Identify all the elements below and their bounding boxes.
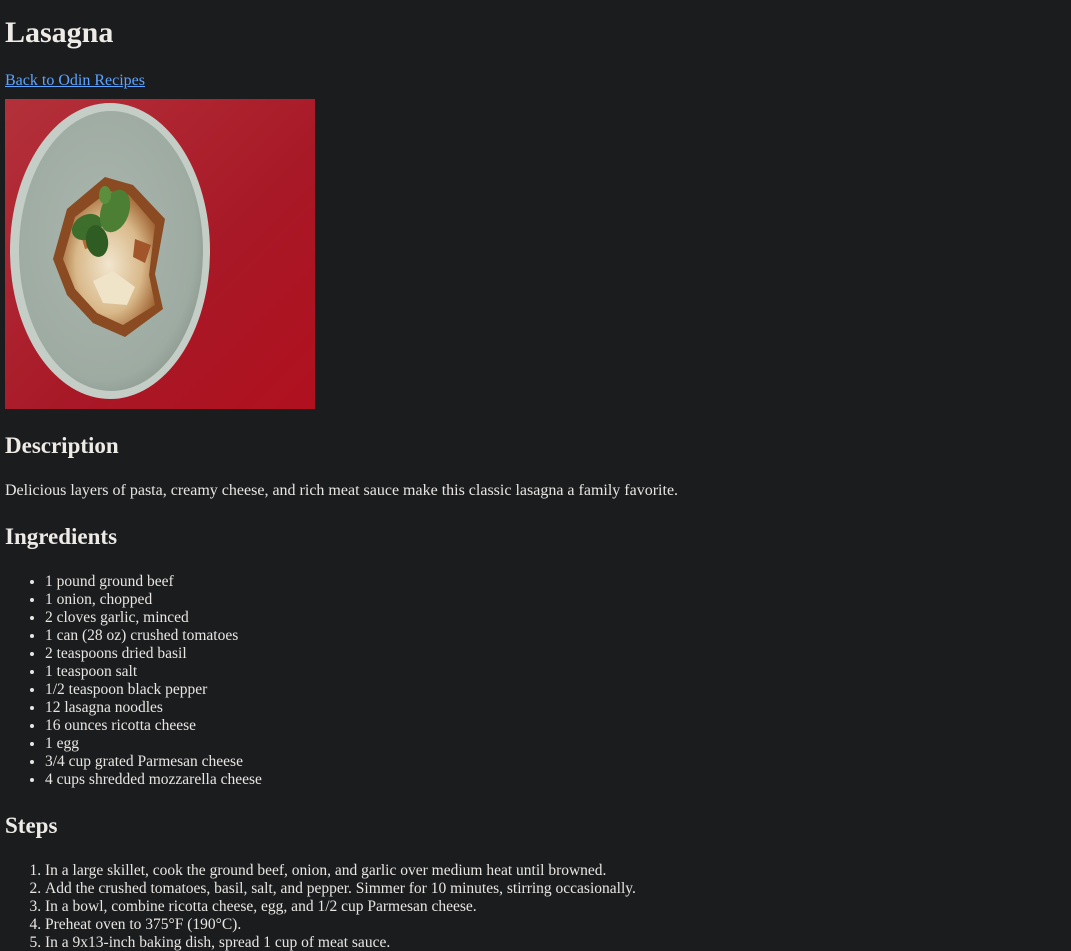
ingredient-item: 12 lasagna noodles (45, 699, 1066, 717)
ingredient-item: 2 teaspoons dried basil (45, 645, 1066, 663)
ingredient-item: 2 cloves garlic, minced (45, 609, 1066, 627)
ingredient-item: 4 cups shredded mozzarella cheese (45, 771, 1066, 789)
recipe-page: Lasagna Back to Odin Recipes Description… (0, 16, 1071, 951)
lasagna-photo-illustration (5, 99, 315, 409)
description-text: Delicious layers of pasta, creamy cheese… (5, 482, 679, 499)
step-item: Add the crushed tomatoes, basil, salt, a… (45, 880, 1066, 898)
ingredient-item: 1 can (28 oz) crushed tomatoes (45, 627, 1066, 645)
step-item: In a 9x13-inch baking dish, spread 1 cup… (45, 934, 1066, 951)
step-item: Preheat oven to 375°F (190°C). (45, 916, 1066, 934)
ingredient-item: 1 egg (45, 735, 1066, 753)
ingredient-item: 1 pound ground beef (45, 573, 1066, 591)
step-item: In a large skillet, cook the ground beef… (45, 862, 1066, 880)
steps-heading: Steps (5, 813, 58, 838)
ingredient-item: 3/4 cup grated Parmesan cheese (45, 753, 1066, 771)
step-item: In a bowl, combine ricotta cheese, egg, … (45, 898, 1066, 916)
ingredient-item: 1 onion, chopped (45, 591, 1066, 609)
ingredient-item: 1 teaspoon salt (45, 663, 1066, 681)
lasagna-photo (5, 99, 315, 409)
ingredients-list: 1 pound ground beef 1 onion, chopped 2 c… (5, 573, 1066, 789)
back-to-recipes-link[interactable]: Back to Odin Recipes (5, 71, 145, 91)
ingredient-item: 1/2 teaspoon black pepper (45, 681, 1066, 699)
ingredient-item: 16 ounces ricotta cheese (45, 717, 1066, 735)
steps-list: In a large skillet, cook the ground beef… (5, 862, 1066, 951)
description-heading: Description (5, 433, 119, 458)
ingredients-heading: Ingredients (5, 524, 118, 549)
page-title: Lasagna (5, 16, 114, 49)
